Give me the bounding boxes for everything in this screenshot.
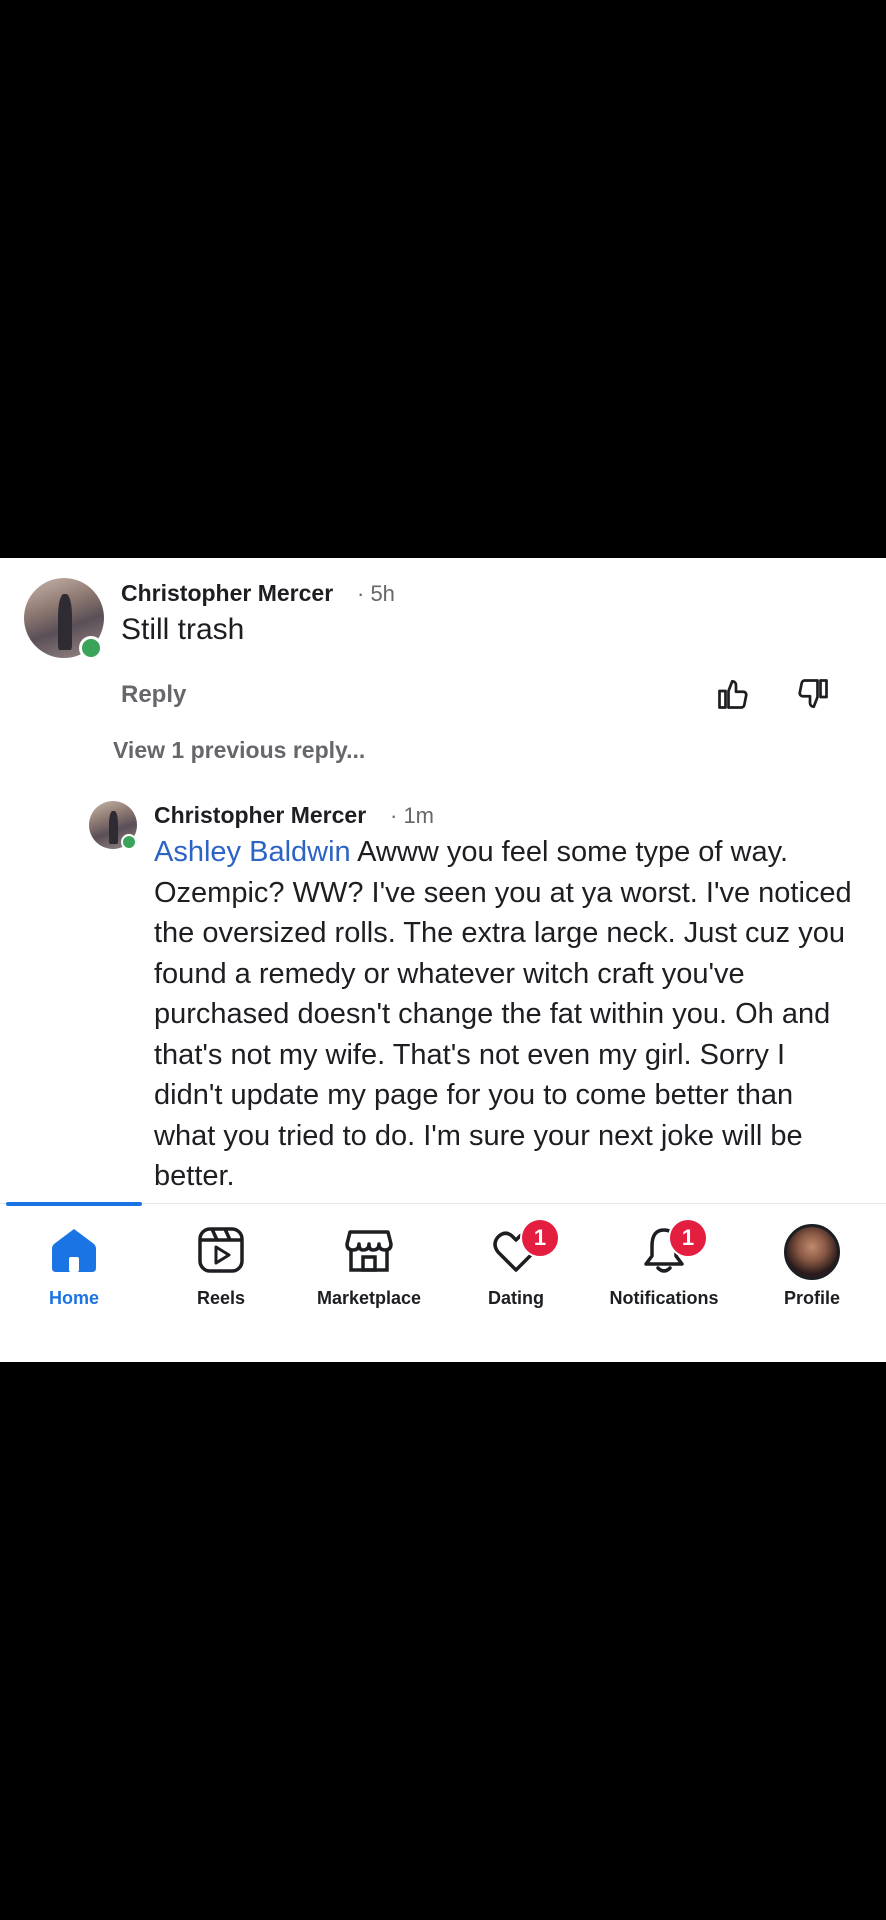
tab-label: Profile	[783, 1288, 840, 1308]
active-tab-indicator	[6, 1202, 142, 1206]
comment-text: Still trash	[121, 613, 245, 646]
home-icon	[52, 1229, 96, 1272]
tab-label: Notifications	[609, 1288, 719, 1308]
view-previous-replies-link[interactable]: View 1 previous reply...	[113, 737, 365, 764]
tab-dating[interactable]: 1 Dating	[442, 1218, 590, 1324]
tab-home[interactable]: Home	[0, 1224, 148, 1324]
dating-badge: 1	[520, 1218, 560, 1258]
comment-author-name[interactable]: Christopher Mercer	[121, 580, 333, 607]
reels-icon	[198, 1227, 244, 1273]
tab-label: Home	[48, 1288, 99, 1308]
comment-timestamp: · 5h	[357, 581, 395, 606]
tab-label: Reels	[196, 1288, 246, 1308]
reply-timestamp: · 1m	[390, 803, 434, 828]
online-status-indicator	[121, 834, 137, 850]
tab-marketplace[interactable]: Marketplace	[295, 1224, 443, 1324]
tab-profile[interactable]: Profile	[738, 1224, 886, 1324]
online-status-indicator	[79, 636, 103, 660]
notifications-badge: 1	[668, 1218, 708, 1258]
like-thumbs-up-icon[interactable]	[715, 676, 751, 712]
tab-reels[interactable]: Reels	[147, 1224, 295, 1324]
mention-link[interactable]: Ashley Baldwin	[154, 836, 351, 868]
reply-author-name[interactable]: Christopher Mercer	[154, 802, 366, 829]
profile-avatar	[784, 1224, 840, 1280]
reply-body: Awww you feel some type of way. Ozempic?…	[154, 836, 852, 1192]
marketplace-icon	[345, 1230, 393, 1272]
tab-label: Marketplace	[316, 1288, 422, 1308]
reply-text: Ashley Baldwin Awww you feel some type o…	[154, 832, 854, 1197]
reply-button[interactable]: Reply	[121, 681, 186, 709]
dislike-thumbs-down-icon[interactable]	[795, 676, 831, 712]
tab-notifications[interactable]: 1 Notifications	[590, 1218, 738, 1324]
tab-label: Dating	[488, 1288, 544, 1308]
